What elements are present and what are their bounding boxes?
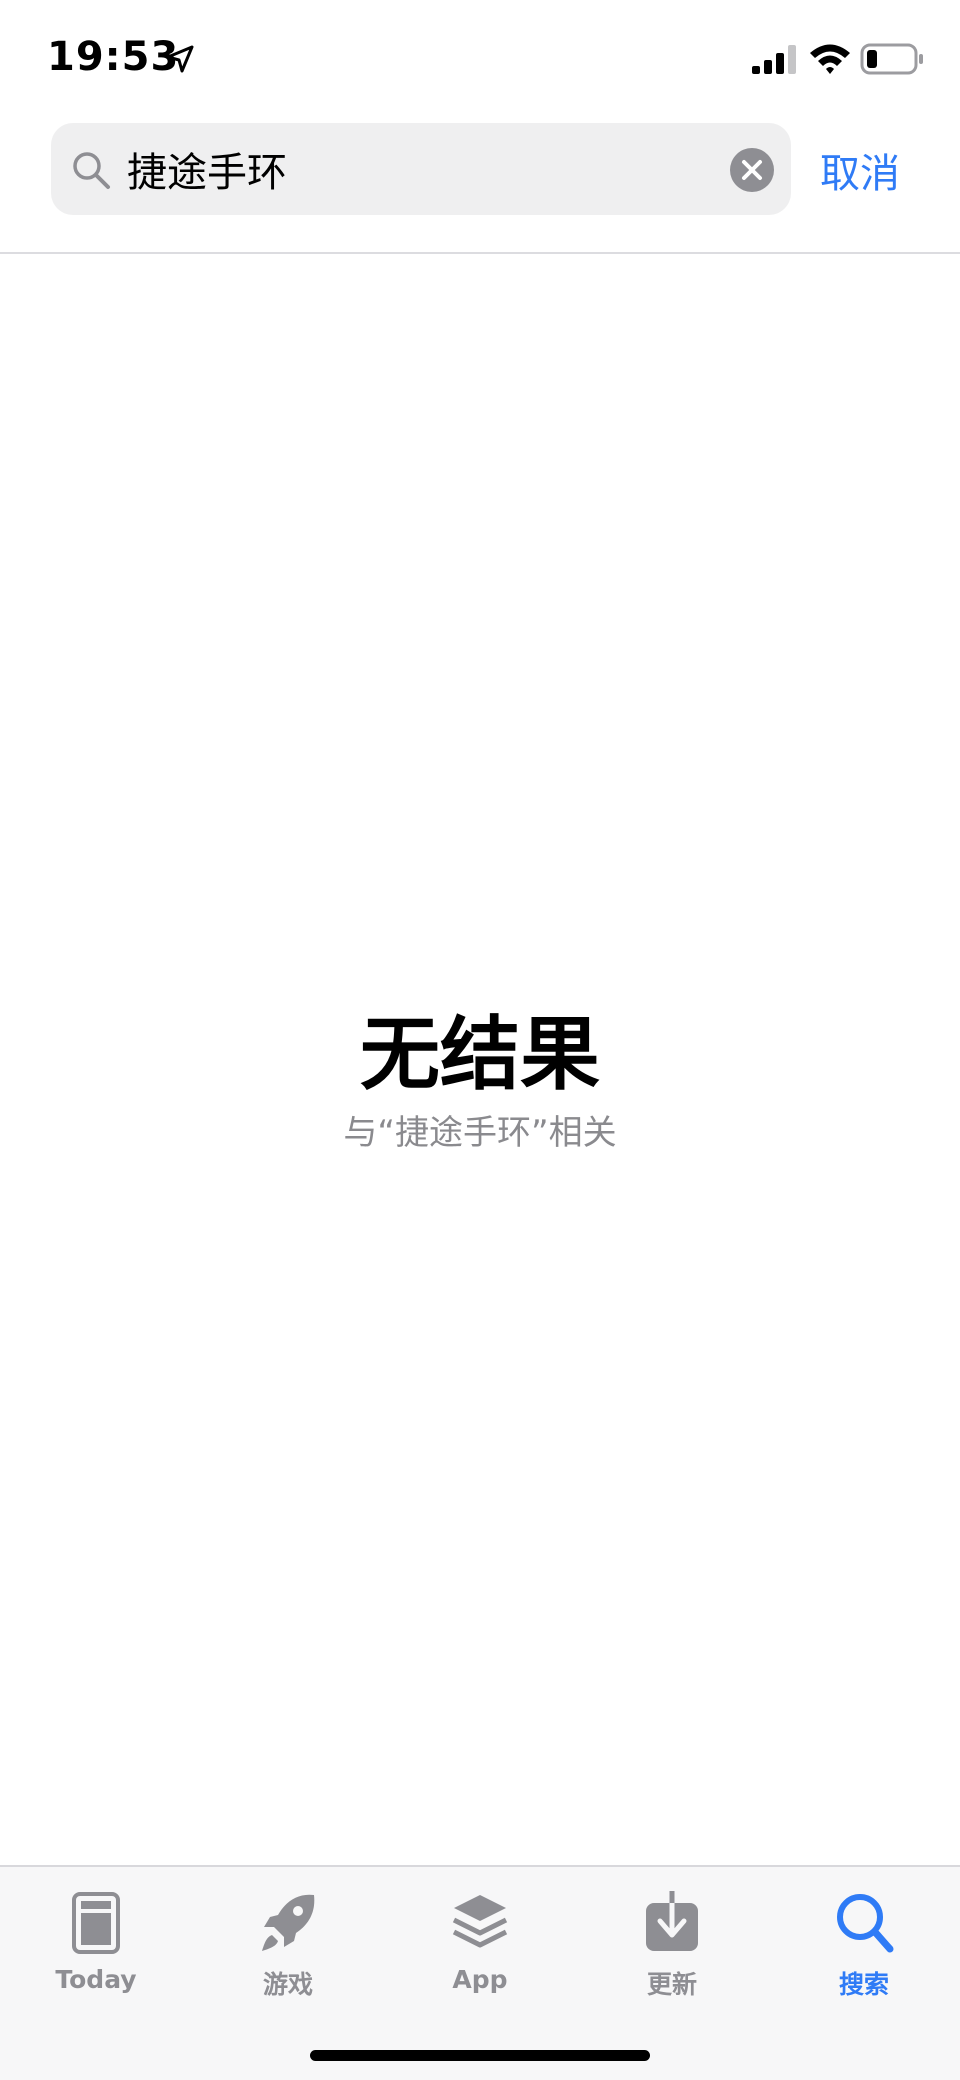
tab-label: 游戏: [262, 1970, 313, 1999]
layers-icon: [452, 1895, 508, 1948]
tab-games[interactable]: 游戏: [192, 1887, 384, 2007]
search-field[interactable]: [51, 123, 791, 215]
search-input[interactable]: [127, 123, 707, 215]
tab-bar: Today 游戏 App 更新 搜索: [0, 1865, 960, 2080]
tab-label: Today: [55, 1965, 137, 1994]
cancel-button[interactable]: 取消: [820, 141, 900, 199]
rocket-icon: [262, 1894, 315, 1951]
battery-icon: [860, 43, 923, 75]
no-results-subtitle: 与“捷途手环”相关: [343, 1113, 617, 1153]
tab-label: 更新: [646, 1970, 697, 1999]
magnifying-glass-icon: [73, 152, 110, 189]
status-bar: 19:53: [0, 0, 960, 115]
cellular-signal-icon: [752, 45, 796, 74]
tab-updates[interactable]: 更新: [576, 1887, 768, 2007]
search-header: 取消: [0, 115, 960, 254]
home-indicator[interactable]: [310, 2050, 650, 2061]
tab-apps[interactable]: App: [384, 1887, 576, 2007]
tab-today[interactable]: Today: [0, 1887, 192, 2007]
search-icon: [837, 1894, 894, 1953]
wifi-icon: [810, 44, 850, 74]
tab-label: 搜索: [838, 1970, 889, 1999]
location-arrow-icon: [166, 45, 194, 73]
tab-label: App: [452, 1965, 508, 1994]
clear-x-icon[interactable]: [730, 148, 774, 192]
tab-search[interactable]: 搜索: [768, 1887, 960, 2007]
today-card-icon: [72, 1892, 120, 1954]
download-icon: [646, 1891, 698, 1951]
no-results-title: 无结果: [360, 1008, 600, 1101]
status-time: 19:53: [47, 34, 180, 80]
